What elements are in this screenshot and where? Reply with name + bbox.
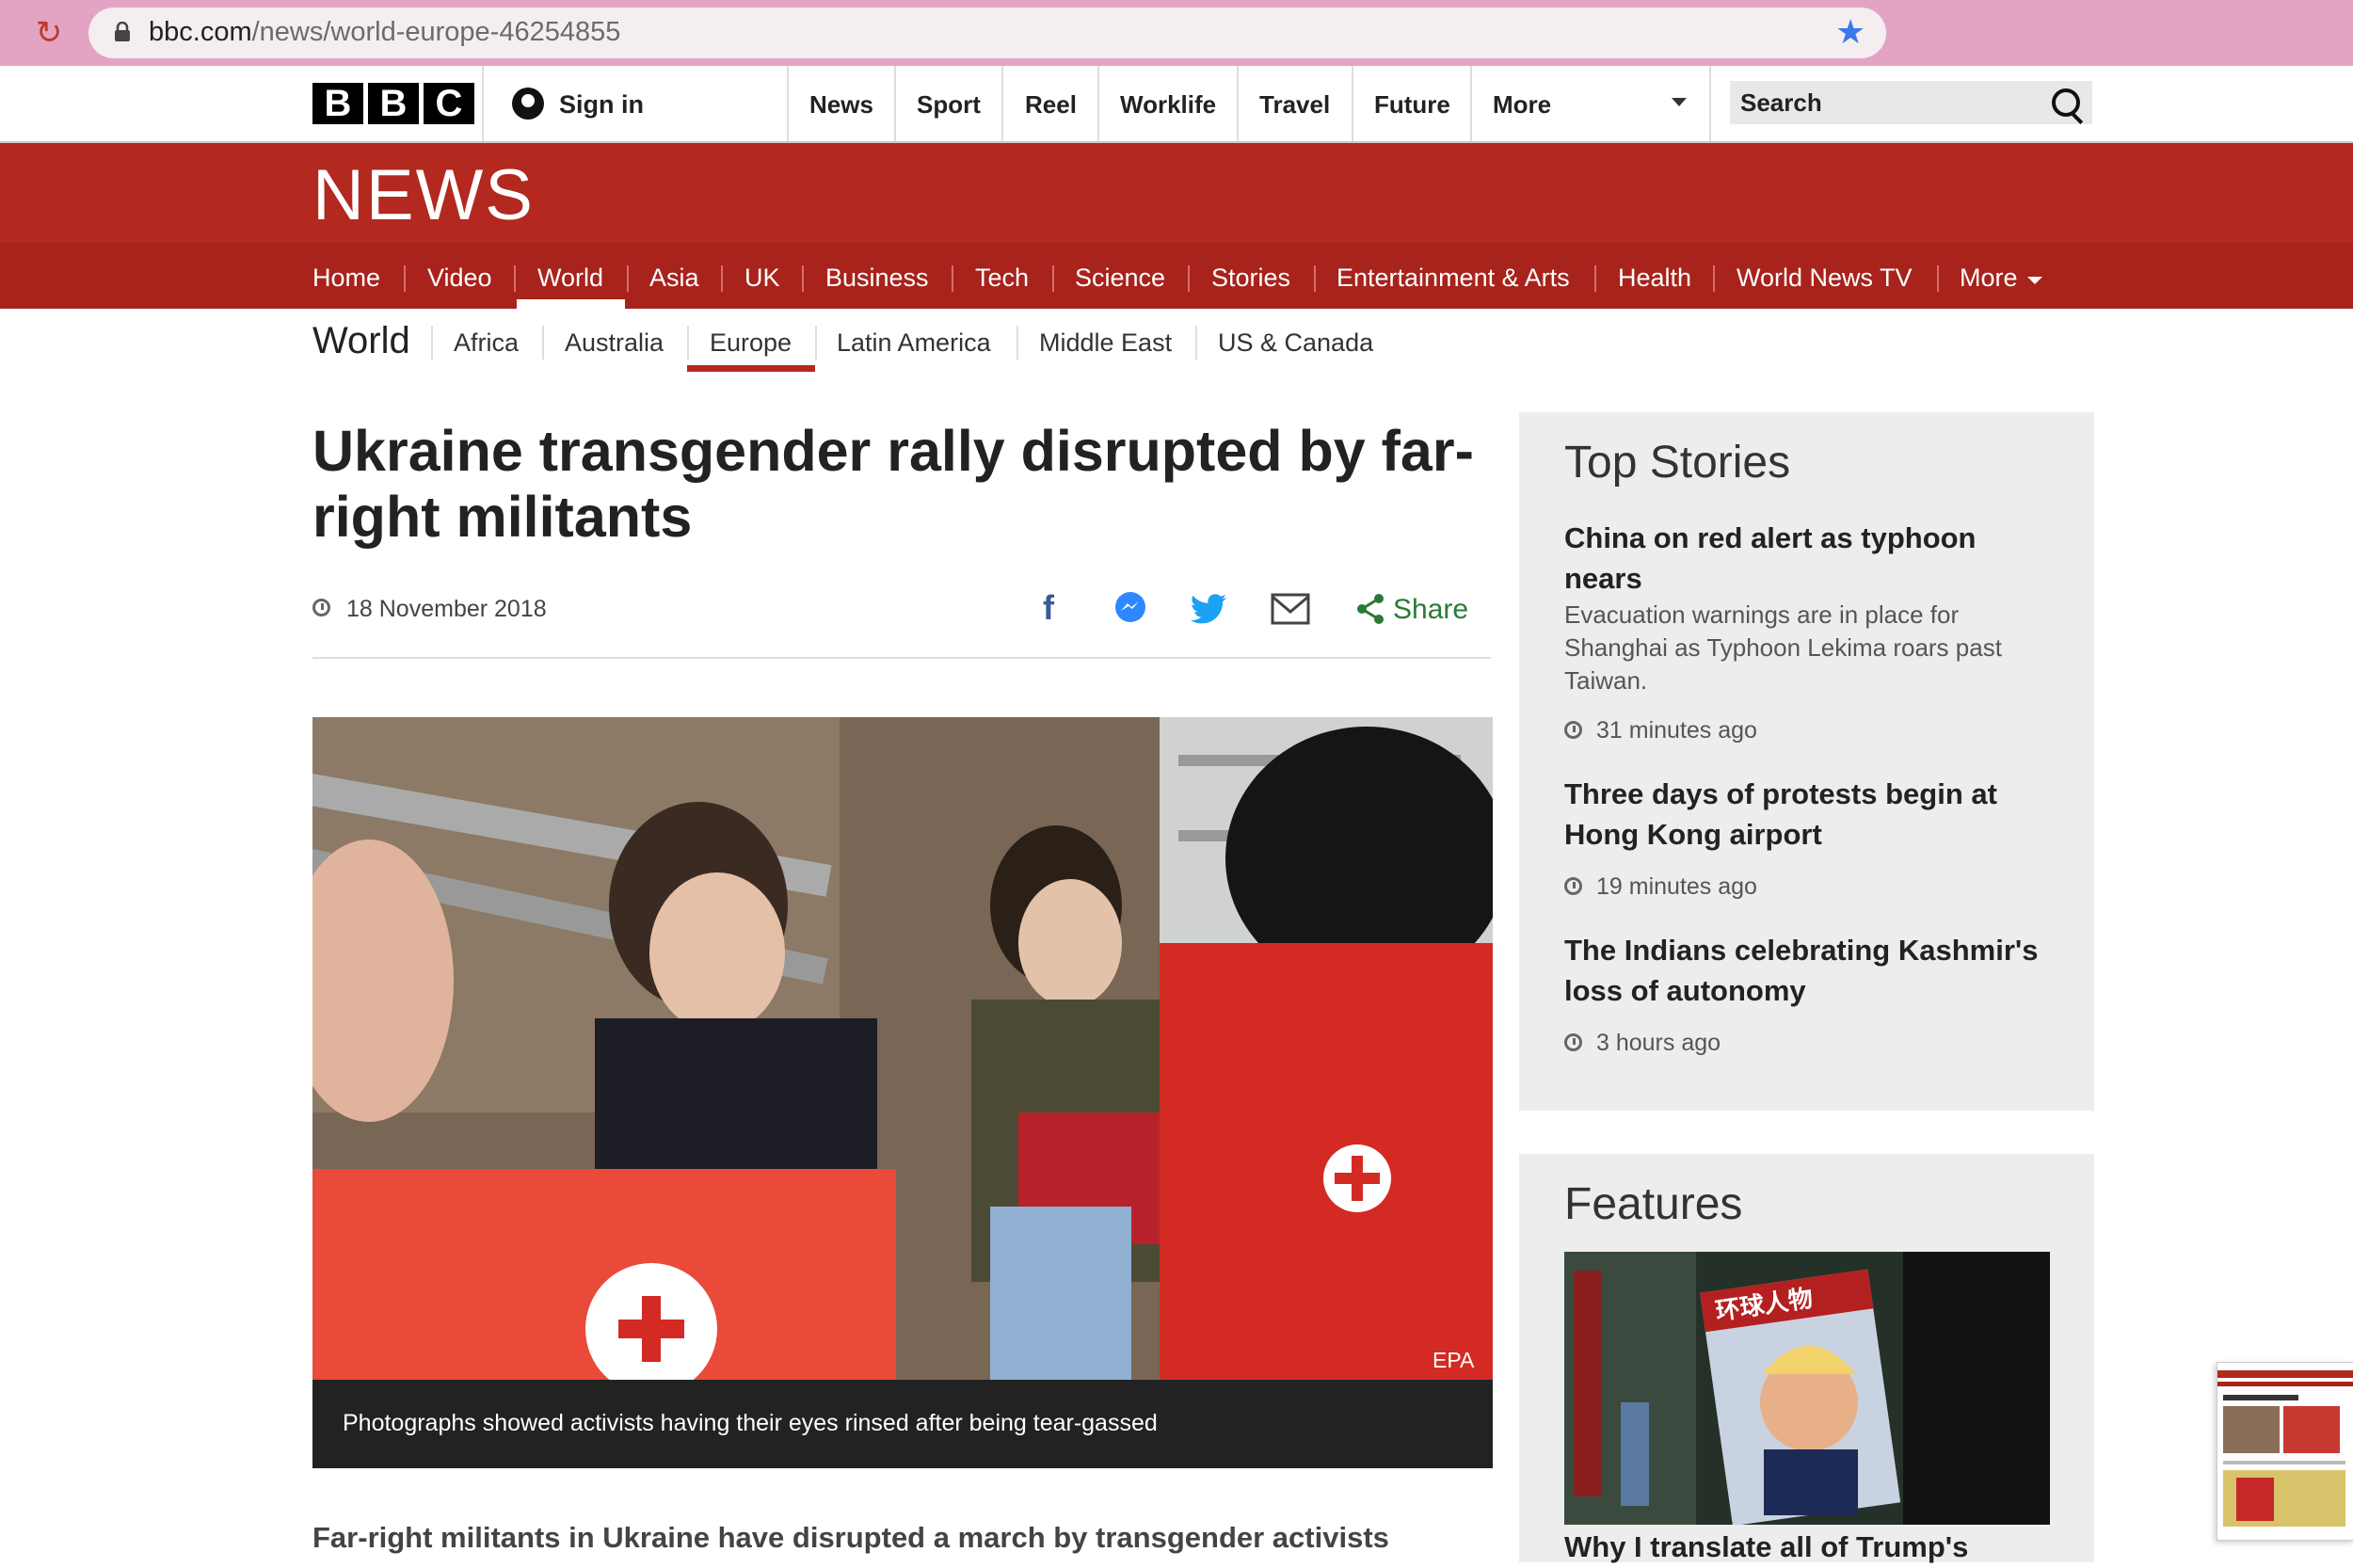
divider bbox=[1709, 66, 1711, 141]
top-stories-title: Top Stories bbox=[1564, 438, 1791, 488]
world-link-us-canada[interactable]: US & Canada bbox=[1218, 324, 1373, 361]
nav-news[interactable]: News bbox=[809, 88, 873, 121]
divider bbox=[1052, 265, 1054, 292]
nav-worklife[interactable]: Worklife bbox=[1120, 88, 1216, 121]
divider bbox=[1016, 326, 1018, 360]
sign-in-link[interactable]: Sign in bbox=[559, 88, 644, 120]
world-link-latin-america[interactable]: Latin America bbox=[837, 324, 991, 361]
divider bbox=[802, 265, 804, 292]
lock-icon bbox=[115, 22, 130, 41]
image-credit: EPA bbox=[1433, 1348, 1475, 1372]
bookmark-star-icon[interactable]: ★ bbox=[1835, 13, 1865, 51]
features-title: Features bbox=[1564, 1179, 1743, 1229]
subnav-tech[interactable]: Tech bbox=[975, 254, 1029, 301]
subnav-entertainment-arts[interactable]: Entertainment & Arts bbox=[1337, 254, 1570, 301]
divider bbox=[815, 326, 817, 360]
article-lede: Far-right militants in Ukraine have disr… bbox=[312, 1521, 1389, 1554]
screenshot-thumbnail[interactable] bbox=[2217, 1362, 2353, 1541]
facebook-icon[interactable]: f bbox=[1028, 587, 1069, 629]
subnav-business[interactable]: Business bbox=[825, 254, 929, 301]
nav-travel[interactable]: Travel bbox=[1259, 88, 1330, 121]
nav-reel[interactable]: Reel bbox=[1025, 88, 1077, 121]
chevron-down-icon[interactable] bbox=[2027, 277, 2042, 284]
divider bbox=[1188, 265, 1190, 292]
world-link-middle-east[interactable]: Middle East bbox=[1039, 324, 1172, 361]
subnav-science[interactable]: Science bbox=[1075, 254, 1165, 301]
world-link-africa[interactable]: Africa bbox=[454, 324, 519, 361]
story-timestamp: 19 minutes ago bbox=[1596, 873, 1757, 900]
divider bbox=[1097, 66, 1099, 141]
divider bbox=[482, 66, 484, 141]
subnav-world-news-tv[interactable]: World News TV bbox=[1737, 254, 1913, 301]
reload-icon[interactable]: ↻ bbox=[28, 12, 70, 54]
top-story-headline[interactable]: China on red alert as typhoon nears bbox=[1564, 518, 2054, 599]
bbc-logo-b2[interactable]: B bbox=[368, 83, 419, 124]
nav-more[interactable]: More bbox=[1493, 88, 1551, 121]
subnav-health[interactable]: Health bbox=[1618, 254, 1691, 301]
share-icon[interactable] bbox=[1355, 593, 1385, 625]
nav-future[interactable]: Future bbox=[1374, 88, 1450, 121]
divider bbox=[894, 66, 896, 141]
world-link-europe[interactable]: Europe bbox=[710, 324, 792, 361]
top-story-summary: Evacuation warnings are in place for Sha… bbox=[1564, 600, 2002, 695]
divider bbox=[627, 265, 629, 292]
divider bbox=[952, 265, 953, 292]
subnav-home[interactable]: Home bbox=[312, 254, 380, 301]
subnav-stories[interactable]: Stories bbox=[1211, 254, 1290, 301]
clock-icon bbox=[1564, 1033, 1582, 1051]
feature-image[interactable]: 环球人物 bbox=[1564, 1252, 2050, 1525]
divider bbox=[1352, 66, 1353, 141]
divider bbox=[687, 326, 689, 360]
photo-caption: Photographs showed activists having thei… bbox=[343, 1410, 1158, 1436]
clock-icon bbox=[1564, 721, 1582, 739]
divider bbox=[721, 265, 723, 292]
clock-icon bbox=[312, 599, 330, 616]
divider bbox=[1195, 326, 1197, 360]
clock-icon bbox=[1564, 877, 1582, 895]
active-indicator bbox=[687, 365, 815, 372]
twitter-icon[interactable] bbox=[1191, 593, 1228, 625]
divider bbox=[1237, 66, 1239, 141]
top-story-headline[interactable]: Three days of protests begin at Hong Kon… bbox=[1564, 774, 2054, 855]
search-icon[interactable] bbox=[2052, 88, 2080, 117]
bbc-logo-b1[interactable]: B bbox=[312, 83, 363, 124]
divider bbox=[1713, 265, 1715, 292]
news-logo[interactable]: NEWS bbox=[312, 151, 535, 241]
divider bbox=[1001, 66, 1003, 141]
divider bbox=[787, 66, 789, 141]
divider bbox=[404, 265, 406, 292]
article-headline: Ukraine transgender rally disrupted by f… bbox=[312, 419, 1474, 549]
divider bbox=[1937, 265, 1939, 292]
chevron-down-icon[interactable] bbox=[1672, 98, 1687, 106]
subnav-asia[interactable]: Asia bbox=[649, 254, 699, 301]
active-indicator bbox=[517, 299, 625, 309]
email-icon[interactable] bbox=[1271, 593, 1310, 625]
world-link-australia[interactable]: Australia bbox=[565, 324, 664, 361]
subnav-video[interactable]: Video bbox=[427, 254, 492, 301]
subnav-uk[interactable]: UK bbox=[744, 254, 780, 301]
divider bbox=[514, 265, 516, 292]
user-icon[interactable] bbox=[512, 88, 544, 120]
share-button[interactable]: Share bbox=[1393, 591, 1468, 629]
top-story-headline[interactable]: The Indians celebrating Kashmir's loss o… bbox=[1564, 930, 2054, 1011]
story-timestamp: 31 minutes ago bbox=[1596, 717, 1757, 744]
divider bbox=[542, 326, 544, 360]
article-date: 18 November 2018 bbox=[346, 596, 547, 622]
url-text[interactable]: bbc.com/news/world-europe-46254855 bbox=[149, 13, 620, 51]
divider bbox=[1314, 265, 1316, 292]
search-placeholder[interactable]: Search bbox=[1740, 87, 1822, 119]
subnav-more[interactable]: More bbox=[1960, 254, 2018, 301]
divider bbox=[1594, 265, 1596, 292]
subnav-world[interactable]: World bbox=[537, 254, 603, 301]
bbc-logo-c[interactable]: C bbox=[424, 83, 474, 124]
story-timestamp: 3 hours ago bbox=[1596, 1030, 1721, 1056]
section-title[interactable]: World bbox=[312, 316, 410, 365]
messenger-icon[interactable] bbox=[1112, 590, 1148, 626]
feature-headline[interactable]: Why I translate all of Trump's bbox=[1564, 1527, 1968, 1568]
divider bbox=[1470, 66, 1472, 141]
divider bbox=[431, 326, 433, 360]
nav-sport[interactable]: Sport bbox=[917, 88, 981, 121]
divider bbox=[312, 657, 1491, 659]
article-photo: EPA bbox=[312, 717, 1493, 1380]
